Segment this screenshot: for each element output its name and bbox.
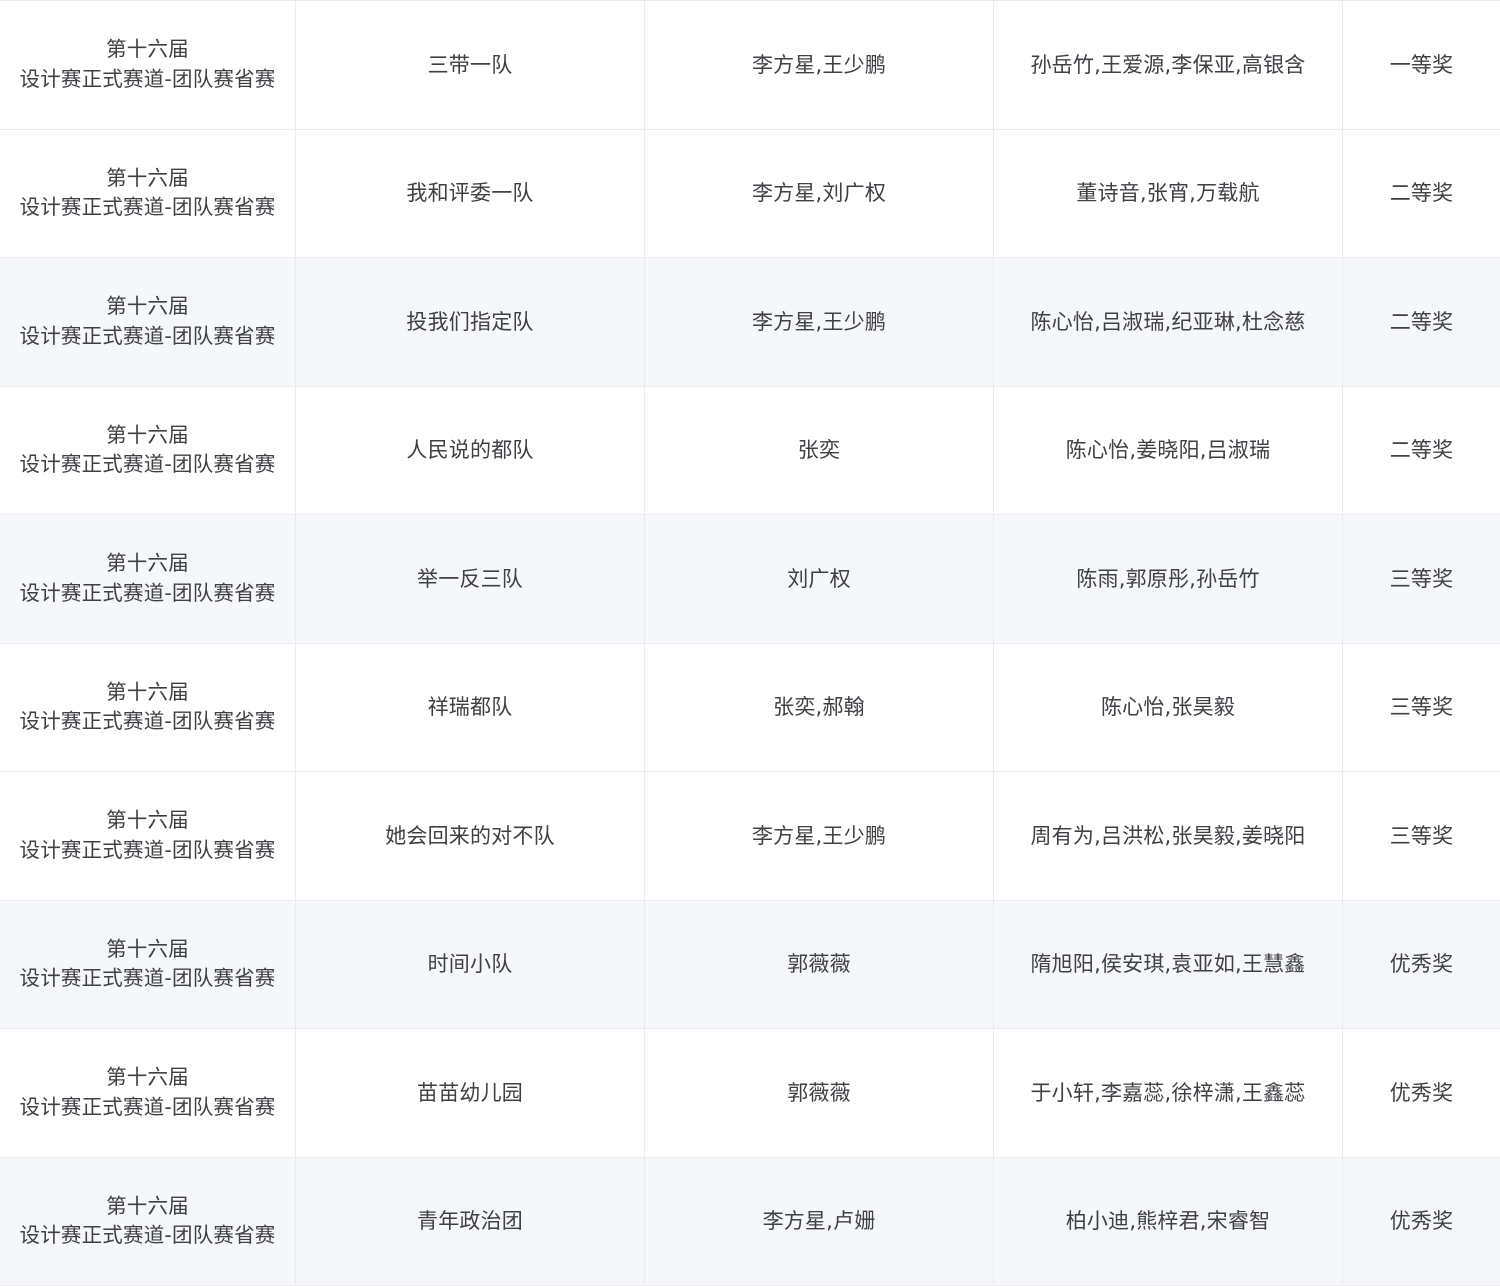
team-name-cell: 投我们指定队 — [296, 258, 645, 386]
competition-cell: 第十六届 设计赛正式赛道-团队赛省赛 — [0, 1158, 296, 1286]
team-name-cell: 举一反三队 — [296, 515, 645, 643]
advisors-cell: 郭薇薇 — [645, 1029, 994, 1157]
team-name-cell: 苗苗幼儿园 — [296, 1029, 645, 1157]
team-name-cell: 我和评委一队 — [296, 130, 645, 258]
edition-text: 第十六届 — [106, 1192, 189, 1222]
table-row: 第十六届 设计赛正式赛道-团队赛省赛 时间小队 郭薇薇 隋旭阳,侯安琪,袁亚如,… — [0, 901, 1500, 1030]
edition-text: 第十六届 — [106, 35, 189, 65]
award-cell: 三等奖 — [1343, 515, 1500, 643]
advisors-cell: 李方星,王少鹏 — [645, 258, 994, 386]
advisors-cell: 李方星,刘广权 — [645, 130, 994, 258]
team-name-cell: 她会回来的对不队 — [296, 772, 645, 900]
team-name-cell: 青年政治团 — [296, 1158, 645, 1286]
competition-cell: 第十六届 设计赛正式赛道-团队赛省赛 — [0, 772, 296, 900]
award-cell: 一等奖 — [1343, 1, 1500, 129]
edition-text: 第十六届 — [106, 292, 189, 322]
track-text: 设计赛正式赛道-团队赛省赛 — [20, 1221, 276, 1251]
advisors-cell: 李方星,王少鹏 — [645, 772, 994, 900]
award-cell: 二等奖 — [1343, 130, 1500, 258]
edition-text: 第十六届 — [106, 421, 189, 451]
table-row: 第十六届 设计赛正式赛道-团队赛省赛 她会回来的对不队 李方星,王少鹏 周有为,… — [0, 772, 1500, 901]
edition-text: 第十六届 — [106, 1063, 189, 1093]
competition-cell: 第十六届 设计赛正式赛道-团队赛省赛 — [0, 515, 296, 643]
track-text: 设计赛正式赛道-团队赛省赛 — [20, 1093, 276, 1123]
table-row: 第十六届 设计赛正式赛道-团队赛省赛 青年政治团 李方星,卢姗 柏小迪,熊梓君,… — [0, 1158, 1500, 1286]
advisors-cell: 李方星,王少鹏 — [645, 1, 994, 129]
members-cell: 陈心怡,张昊毅 — [994, 644, 1343, 772]
team-name-cell: 时间小队 — [296, 901, 645, 1029]
edition-text: 第十六届 — [106, 678, 189, 708]
advisors-cell: 刘广权 — [645, 515, 994, 643]
track-text: 设计赛正式赛道-团队赛省赛 — [20, 579, 276, 609]
table-row: 第十六届 设计赛正式赛道-团队赛省赛 苗苗幼儿园 郭薇薇 于小轩,李嘉蕊,徐梓潇… — [0, 1029, 1500, 1158]
members-cell: 董诗音,张宵,万载航 — [994, 130, 1343, 258]
competition-cell: 第十六届 设计赛正式赛道-团队赛省赛 — [0, 130, 296, 258]
members-cell: 孙岳竹,王爱源,李保亚,高银含 — [994, 1, 1343, 129]
advisors-cell: 张奕 — [645, 387, 994, 515]
award-cell: 优秀奖 — [1343, 1029, 1500, 1157]
edition-text: 第十六届 — [106, 164, 189, 194]
competition-cell: 第十六届 设计赛正式赛道-团队赛省赛 — [0, 901, 296, 1029]
table-row: 第十六届 设计赛正式赛道-团队赛省赛 投我们指定队 李方星,王少鹏 陈心怡,吕淑… — [0, 258, 1500, 387]
table-row: 第十六届 设计赛正式赛道-团队赛省赛 人民说的都队 张奕 陈心怡,姜晓阳,吕淑瑞… — [0, 387, 1500, 516]
members-cell: 隋旭阳,侯安琪,袁亚如,王慧鑫 — [994, 901, 1343, 1029]
award-cell: 三等奖 — [1343, 644, 1500, 772]
members-cell: 于小轩,李嘉蕊,徐梓潇,王鑫蕊 — [994, 1029, 1343, 1157]
edition-text: 第十六届 — [106, 549, 189, 579]
advisors-cell: 李方星,卢姗 — [645, 1158, 994, 1286]
table-row: 第十六届 设计赛正式赛道-团队赛省赛 三带一队 李方星,王少鹏 孙岳竹,王爱源,… — [0, 1, 1500, 130]
competition-cell: 第十六届 设计赛正式赛道-团队赛省赛 — [0, 258, 296, 386]
table-row: 第十六届 设计赛正式赛道-团队赛省赛 祥瑞都队 张奕,郝翰 陈心怡,张昊毅 三等… — [0, 644, 1500, 773]
team-name-cell: 人民说的都队 — [296, 387, 645, 515]
track-text: 设计赛正式赛道-团队赛省赛 — [20, 322, 276, 352]
members-cell: 周有为,吕洪松,张昊毅,姜晓阳 — [994, 772, 1343, 900]
edition-text: 第十六届 — [106, 935, 189, 965]
award-cell: 二等奖 — [1343, 258, 1500, 386]
advisors-cell: 郭薇薇 — [645, 901, 994, 1029]
members-cell: 陈雨,郭原彤,孙岳竹 — [994, 515, 1343, 643]
team-name-cell: 三带一队 — [296, 1, 645, 129]
award-cell: 三等奖 — [1343, 772, 1500, 900]
track-text: 设计赛正式赛道-团队赛省赛 — [20, 836, 276, 866]
team-name-cell: 祥瑞都队 — [296, 644, 645, 772]
table-row: 第十六届 设计赛正式赛道-团队赛省赛 我和评委一队 李方星,刘广权 董诗音,张宵… — [0, 130, 1500, 259]
table-row: 第十六届 设计赛正式赛道-团队赛省赛 举一反三队 刘广权 陈雨,郭原彤,孙岳竹 … — [0, 515, 1500, 644]
results-table: 第十六届 设计赛正式赛道-团队赛省赛 三带一队 李方星,王少鹏 孙岳竹,王爱源,… — [0, 0, 1500, 1274]
members-cell: 陈心怡,姜晓阳,吕淑瑞 — [994, 387, 1343, 515]
advisors-cell: 张奕,郝翰 — [645, 644, 994, 772]
award-cell: 优秀奖 — [1343, 901, 1500, 1029]
competition-cell: 第十六届 设计赛正式赛道-团队赛省赛 — [0, 644, 296, 772]
members-cell: 柏小迪,熊梓君,宋睿智 — [994, 1158, 1343, 1286]
award-cell: 二等奖 — [1343, 387, 1500, 515]
members-cell: 陈心怡,吕淑瑞,纪亚琳,杜念慈 — [994, 258, 1343, 386]
award-cell: 优秀奖 — [1343, 1158, 1500, 1286]
competition-cell: 第十六届 设计赛正式赛道-团队赛省赛 — [0, 1029, 296, 1157]
track-text: 设计赛正式赛道-团队赛省赛 — [20, 65, 276, 95]
track-text: 设计赛正式赛道-团队赛省赛 — [20, 450, 276, 480]
competition-cell: 第十六届 设计赛正式赛道-团队赛省赛 — [0, 387, 296, 515]
track-text: 设计赛正式赛道-团队赛省赛 — [20, 707, 276, 737]
edition-text: 第十六届 — [106, 806, 189, 836]
track-text: 设计赛正式赛道-团队赛省赛 — [20, 193, 276, 223]
track-text: 设计赛正式赛道-团队赛省赛 — [20, 964, 276, 994]
competition-cell: 第十六届 设计赛正式赛道-团队赛省赛 — [0, 1, 296, 129]
